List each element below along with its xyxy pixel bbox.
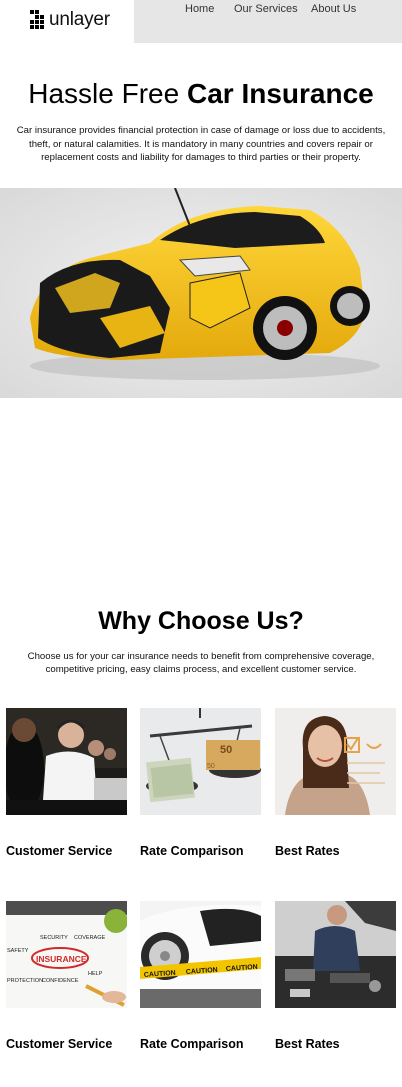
diagram-word-insurance: INSURANCE xyxy=(36,954,87,964)
diagram-word-safety: SAFETY xyxy=(7,948,29,954)
nav-about-us[interactable]: About Us xyxy=(311,3,356,15)
card-label: Rate Comparison xyxy=(140,1037,244,1051)
card-label: Rate Comparison xyxy=(140,844,244,858)
diagram-word-security: SECURITY xyxy=(40,935,68,941)
caution-tape-car-image: CAUTION CAUTION CAUTION xyxy=(140,901,261,1008)
hero-title-light: Hassle Free xyxy=(28,78,187,109)
svg-text:50: 50 xyxy=(207,763,215,770)
brand-name: unlayer xyxy=(49,9,110,30)
insurance-diagram-image: INSURANCE SECURITY COVERAGE SAFETY HELP … xyxy=(6,901,127,1008)
diagram-word-protection: PROTECTION xyxy=(7,978,43,984)
main-nav: Home Our Services About Us xyxy=(134,0,402,43)
hero-text: Car insurance provides financial protect… xyxy=(16,125,386,163)
nav-home[interactable]: Home xyxy=(185,3,214,15)
diagram-word-confidence: CONFIDENCE xyxy=(42,978,79,984)
section-title: Why Choose Us? xyxy=(98,607,304,635)
hero-title-bold: Car Insurance xyxy=(186,78,374,109)
damaged-yellow-car-image xyxy=(0,188,402,398)
diagram-word-coverage: COVERAGE xyxy=(74,935,106,941)
banknote-value: 50 xyxy=(220,744,232,756)
card-label: Best Rates xyxy=(275,1037,340,1051)
card-label: Customer Service xyxy=(6,844,113,858)
smiling-agent-image xyxy=(275,708,396,815)
money-scale-image: 50 50 xyxy=(140,708,261,815)
card-label: Customer Service xyxy=(6,1037,113,1051)
nav-our-services[interactable]: Our Services xyxy=(234,3,298,15)
call-center-image xyxy=(6,708,127,815)
logo[interactable]: unlayer xyxy=(0,0,134,43)
header: unlayer Home Our Services About Us xyxy=(0,0,402,43)
section-text: Choose us for your car insurance needs t… xyxy=(27,651,375,675)
mechanic-engine-image xyxy=(275,901,396,1008)
hero-title: Hassle Free Car Insurance xyxy=(0,78,402,110)
card-label: Best Rates xyxy=(275,844,340,858)
pixel-grid-icon xyxy=(30,10,46,32)
diagram-word-help: HELP xyxy=(88,971,103,977)
